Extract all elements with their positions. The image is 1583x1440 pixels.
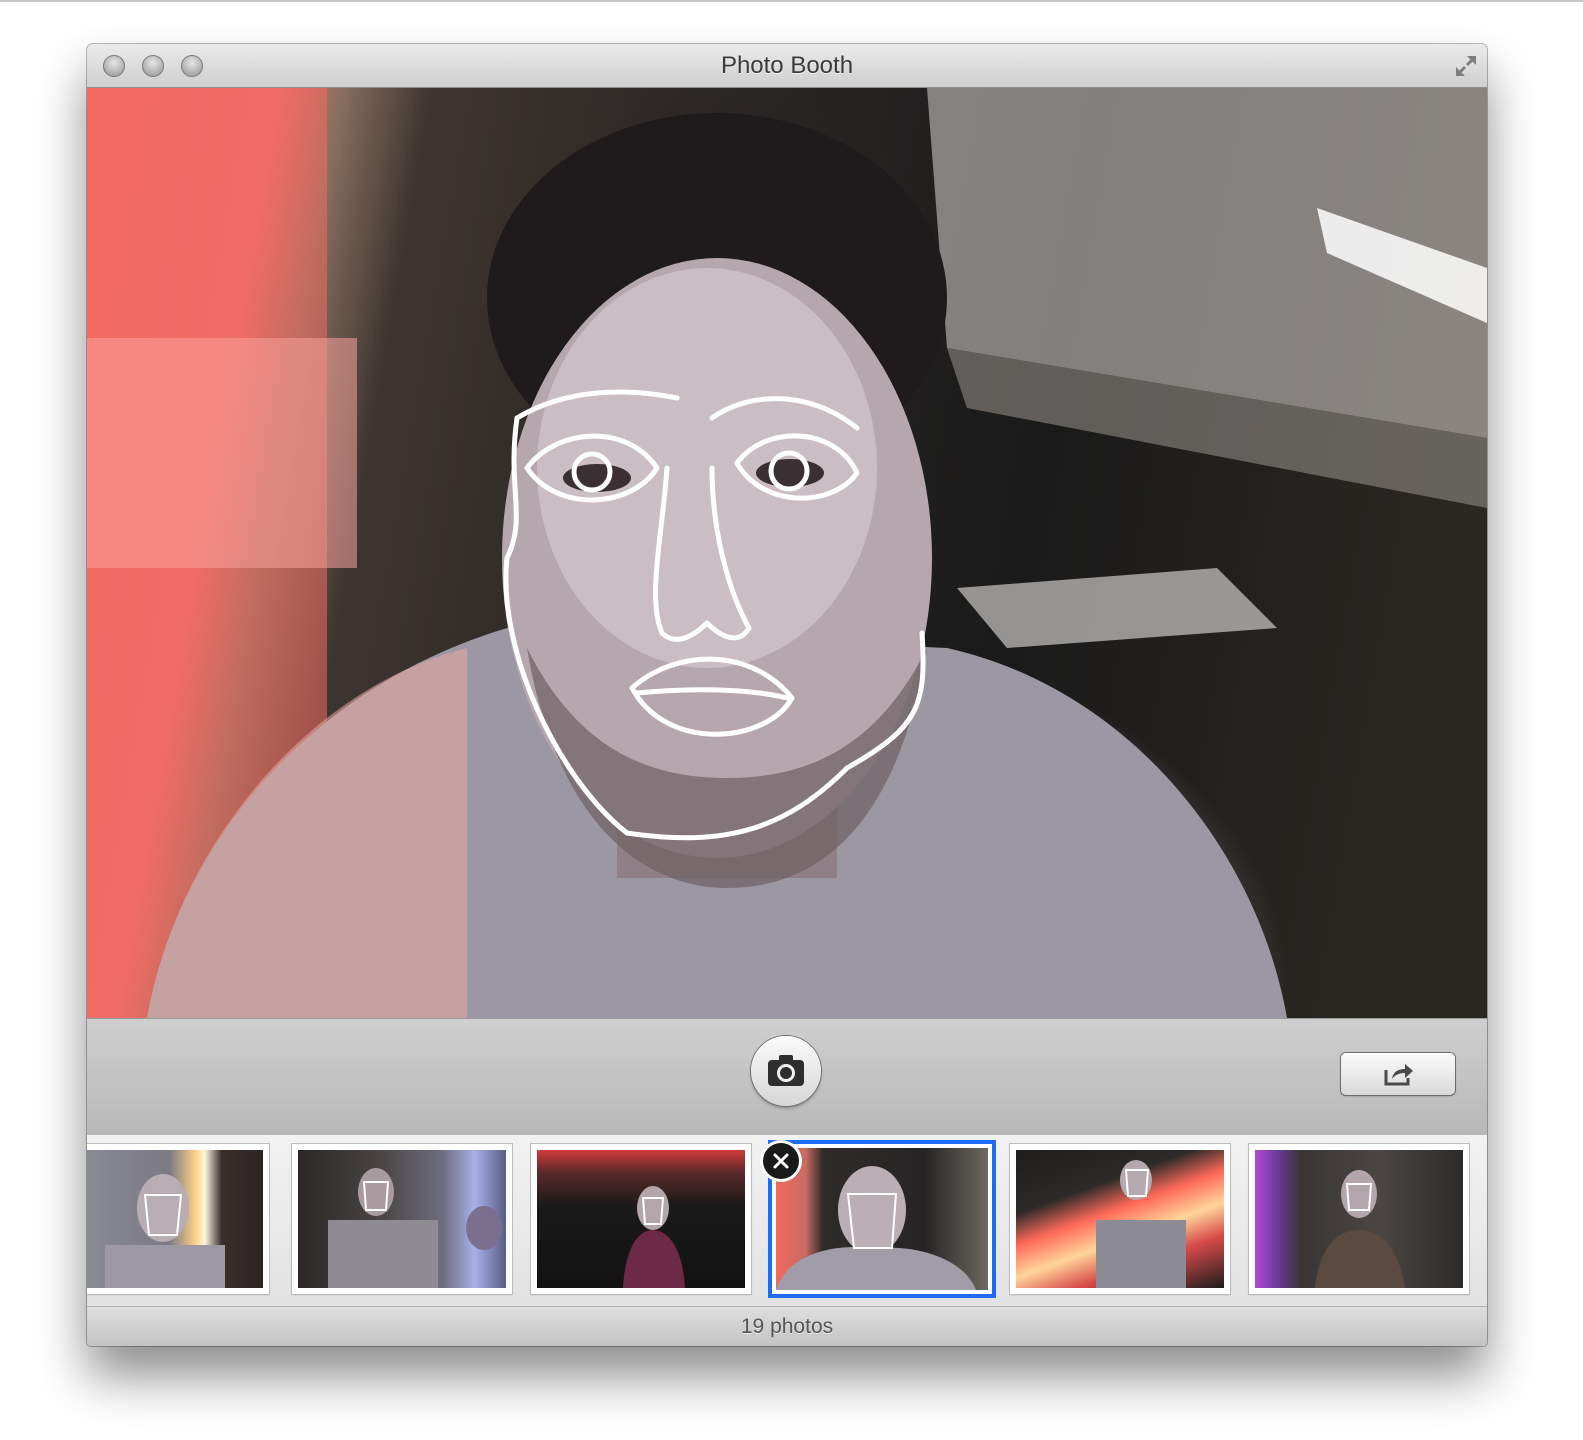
photo-thumbnail[interactable] [292,1144,512,1294]
close-icon [773,1153,789,1169]
photo-thumbnail[interactable] [87,1144,269,1294]
control-bar [87,1018,1487,1136]
camera-icon [768,1055,804,1086]
photo-count: 19 photos [740,1315,834,1338]
live-camera-image [87,88,1487,1018]
photo-thumbnail[interactable] [1249,1144,1469,1294]
share-icon [1384,1064,1413,1086]
photo-thumbnail[interactable] [531,1144,751,1294]
delete-photo-button[interactable] [763,1143,799,1179]
screen-top-edge [0,0,1583,2]
photo-thumbnail[interactable] [1010,1144,1230,1294]
status-bar: 19 photos [87,1307,1487,1346]
photo-booth-window: Photo Booth 19 photos [87,44,1487,1346]
photo-filmstrip[interactable] [87,1135,1487,1307]
window-title: Photo Booth [720,52,854,79]
photo-thumbnail-selected[interactable] [772,1144,992,1294]
title-bar[interactable]: Photo Booth [87,44,1487,88]
share-button[interactable] [1341,1053,1455,1095]
camera-preview [87,88,1487,1018]
take-photo-button[interactable] [751,1036,821,1106]
fullscreen-arrows-icon[interactable] [1453,53,1479,79]
